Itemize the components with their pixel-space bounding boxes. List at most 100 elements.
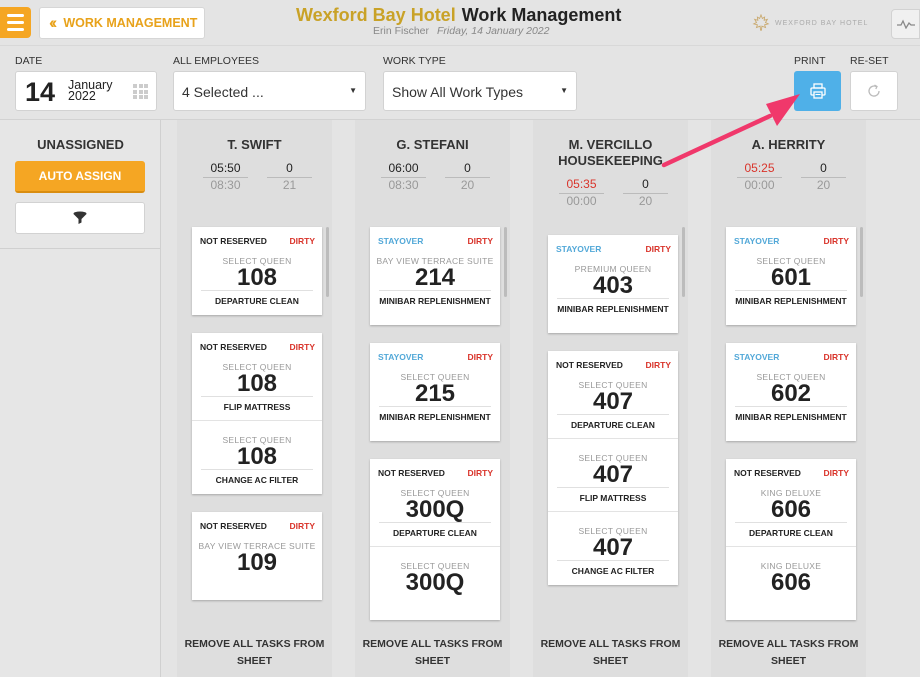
task-type: MINIBAR REPLENISHMENT	[379, 406, 491, 423]
task-entry[interactable]: SELECT QUEEN 407 DEPARTURE CLEAN	[548, 370, 678, 439]
user-name: Erin Fischer	[373, 25, 430, 37]
hotel-logo: WEXFORD BAY HOTEL	[752, 14, 868, 32]
date-picker[interactable]: 14 January 2022	[15, 71, 157, 111]
auto-assign-button[interactable]: AUTO ASSIGN	[15, 161, 145, 193]
task-card[interactable]: STAYOVER DIRTY PREMIUM QUEEN 403 MINIBAR REP…	[548, 235, 678, 333]
task-entry[interactable]: SELECT QUEEN 108 FLIP MATTRESS	[192, 352, 322, 421]
employees-label: ALL EMPLOYEES	[173, 55, 259, 67]
remove-all-tasks-button[interactable]: REMOVE ALL TASKS FROM SHEET	[533, 625, 688, 677]
date-month-year: January 2022	[68, 79, 112, 103]
scheduled-time: 06:00	[388, 161, 419, 175]
employees-select[interactable]: 4 Selected ... ▼	[173, 71, 366, 111]
task-list[interactable]: STAYOVER DIRTY BAY VIEW TERRACE SUITE 214 MI…	[355, 211, 510, 625]
room-number: 606	[770, 569, 812, 596]
task-type: DEPARTURE CLEAN	[735, 522, 847, 539]
task-entry[interactable]: SELECT QUEEN 108 DEPARTURE CLEAN	[192, 246, 322, 315]
task-capacity: 20	[460, 178, 475, 192]
scrollbar[interactable]	[504, 227, 507, 297]
back-button-label: WORK MANAGEMENT	[63, 16, 198, 30]
task-count: 0	[820, 161, 827, 175]
task-count: 0	[464, 161, 471, 175]
worktype-select[interactable]: Show All Work Types ▼	[383, 71, 577, 111]
task-list[interactable]: STAYOVER DIRTY PREMIUM QUEEN 403 MINIBAR REP…	[533, 219, 688, 625]
task-type: CHANGE AC FILTER	[201, 469, 313, 486]
task-entry[interactable]: SELECT QUEEN 407 CHANGE AC FILTER	[548, 512, 678, 585]
task-capacity: 20	[638, 194, 653, 208]
scrollbar[interactable]	[326, 227, 329, 297]
filter-button[interactable]	[15, 202, 145, 234]
task-list[interactable]: STAYOVER DIRTY SELECT QUEEN 601 MINIBAR REPL…	[711, 211, 866, 625]
employees-select-value: 4 Selected ...	[182, 84, 264, 100]
room-condition: DIRTY	[289, 521, 316, 531]
reset-label: RE-SET	[850, 55, 889, 67]
task-card[interactable]: STAYOVER DIRTY BAY VIEW TERRACE SUITE 214 MI…	[370, 227, 500, 325]
employee-name: G. STEFANI	[396, 137, 469, 152]
room-condition: DIRTY	[823, 352, 850, 362]
room-number: 109	[236, 549, 278, 576]
task-type: MINIBAR REPLENISHMENT	[557, 298, 669, 315]
task-card[interactable]: NOT RESERVED DIRTY SELECT QUEEN 407 DEPARTUR…	[548, 351, 678, 585]
back-button[interactable]: ‹‹ WORK MANAGEMENT	[39, 7, 205, 39]
scrollbar[interactable]	[682, 227, 685, 297]
maple-leaf-icon	[752, 14, 770, 31]
reservation-status: NOT RESERVED	[556, 360, 623, 370]
remove-all-tasks-button[interactable]: REMOVE ALL TASKS FROM SHEET	[355, 625, 510, 677]
task-entry[interactable]: SELECT QUEEN 108 CHANGE AC FILTER	[192, 421, 322, 494]
room-condition: DIRTY	[467, 352, 494, 362]
refresh-icon	[868, 84, 880, 97]
task-card[interactable]: NOT RESERVED DIRTY SELECT QUEEN 300Q DEPARTU…	[370, 459, 500, 620]
task-card[interactable]: NOT RESERVED DIRTY KING DELUXE 606 DEPARTURE…	[726, 459, 856, 620]
task-card[interactable]: STAYOVER DIRTY SELECT QUEEN 215 MINIBAR REPL…	[370, 343, 500, 441]
task-type: FLIP MATTRESS	[201, 396, 313, 413]
room-condition: DIRTY	[467, 468, 494, 478]
task-entry[interactable]: KING DELUXE 606	[726, 547, 856, 620]
reservation-status: STAYOVER	[556, 244, 602, 254]
task-entry[interactable]: SELECT QUEEN 300Q DEPARTURE CLEAN	[370, 478, 500, 547]
task-type: MINIBAR REPLENISHMENT	[735, 406, 847, 423]
task-entry[interactable]: KING DELUXE 606 DEPARTURE CLEAN	[726, 478, 856, 547]
task-card[interactable]: NOT RESERVED DIRTY SELECT QUEEN 108 FLIP MAT…	[192, 333, 322, 494]
task-type: DEPARTURE CLEAN	[201, 290, 313, 307]
task-entry[interactable]: PREMIUM QUEEN 403 MINIBAR REPLENISHMENT	[548, 254, 678, 333]
task-count: 0	[642, 177, 649, 191]
unassigned-panel: UNASSIGNED AUTO ASSIGN	[0, 120, 161, 677]
task-card[interactable]: STAYOVER DIRTY SELECT QUEEN 602 MINIBAR REPL…	[726, 343, 856, 441]
scheduled-time: 05:35	[566, 177, 597, 191]
task-entry[interactable]: SELECT QUEEN 300Q	[370, 547, 500, 620]
print-label: PRINT	[794, 55, 826, 67]
reset-button[interactable]	[850, 71, 898, 111]
task-card[interactable]: NOT RESERVED DIRTY SELECT QUEEN 108 DEPARTUR…	[192, 227, 322, 315]
task-entry[interactable]: SELECT QUEEN 215 MINIBAR REPLENISHMENT	[370, 362, 500, 441]
task-list[interactable]: NOT RESERVED DIRTY SELECT QUEEN 108 DEPARTUR…	[177, 211, 332, 625]
task-type: DEPARTURE CLEAN	[379, 522, 491, 539]
unassigned-divider	[0, 248, 161, 249]
header-divider	[0, 45, 920, 46]
page-title: Wexford Bay Hotel Work Management	[296, 5, 621, 26]
room-condition: DIRTY	[467, 236, 494, 246]
room-condition: DIRTY	[289, 236, 316, 246]
worktype-label: WORK TYPE	[383, 55, 446, 67]
calendar-grid-icon[interactable]	[133, 84, 148, 99]
room-number: 606	[770, 496, 812, 523]
task-entry[interactable]: SELECT QUEEN 407 FLIP MATTRESS	[548, 439, 678, 512]
caret-down-icon: ▼	[560, 86, 568, 95]
hamburger-menu-button[interactable]	[0, 7, 31, 38]
room-number: 407	[592, 388, 634, 415]
task-entry[interactable]: SELECT QUEEN 601 MINIBAR REPLENISHMENT	[726, 246, 856, 325]
print-button[interactable]	[794, 71, 841, 111]
task-entry[interactable]: BAY VIEW TERRACE SUITE 214 MINIBAR REPLENI…	[370, 246, 500, 325]
employee-column: A. HERRITY 05:25 00:00 0 20 STAYOVER DIRTY SELE…	[711, 120, 866, 677]
task-entry[interactable]: BAY VIEW TERRACE SUITE 109	[192, 531, 322, 600]
task-card[interactable]: NOT RESERVED DIRTY BAY VIEW TERRACE SUITE 1…	[192, 512, 322, 600]
remove-all-tasks-button[interactable]: REMOVE ALL TASKS FROM SHEET	[711, 625, 866, 677]
task-capacity: 20	[816, 178, 831, 192]
room-number: 407	[592, 534, 634, 561]
printer-icon	[809, 83, 826, 99]
task-entry[interactable]: SELECT QUEEN 602 MINIBAR REPLENISHMENT	[726, 362, 856, 441]
scrollbar[interactable]	[860, 227, 863, 297]
task-count: 0	[286, 161, 293, 175]
remove-all-tasks-button[interactable]: REMOVE ALL TASKS FROM SHEET	[177, 625, 332, 677]
reservation-status: NOT RESERVED	[200, 521, 267, 531]
task-card[interactable]: STAYOVER DIRTY SELECT QUEEN 601 MINIBAR REPL…	[726, 227, 856, 325]
activity-button[interactable]	[891, 9, 920, 39]
